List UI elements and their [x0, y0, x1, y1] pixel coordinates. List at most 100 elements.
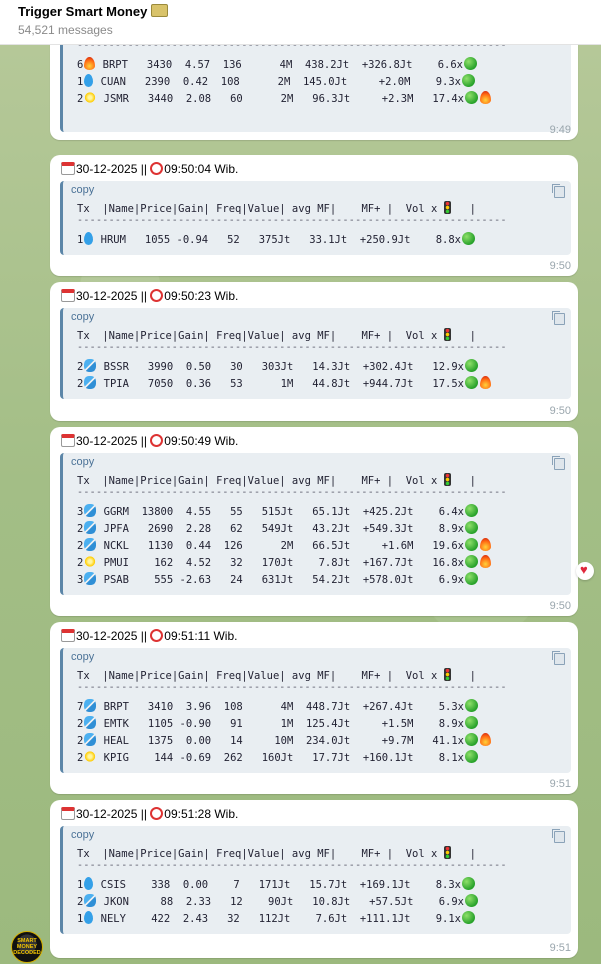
row-values: NELY 422 2.43 32 112Jt 7.6Jt +111.1Jt 9.…	[94, 913, 461, 925]
copy-icon[interactable]	[552, 456, 565, 470]
traffic-light-icon	[443, 201, 451, 214]
sweat-droplets-icon	[84, 504, 97, 517]
table-separator: ----------------------------------------…	[77, 342, 507, 353]
row-tx: 2	[77, 896, 84, 908]
row-tx: 2	[77, 361, 84, 373]
row-values: CSIS 338 0.00 7 171Jt 15.7Jt +169.1Jt 8.…	[94, 879, 461, 891]
sweat-droplets-icon	[84, 699, 97, 712]
green-circle-icon	[464, 91, 478, 104]
message-header: 30-12-2025 || 09:50:49 Wib.	[61, 434, 238, 448]
green-circle-icon	[461, 877, 475, 890]
row-tx: 1	[77, 76, 84, 88]
green-circle-icon	[464, 733, 478, 746]
star-icon	[84, 555, 97, 568]
message-time: 9:51	[549, 778, 571, 790]
copy-icon[interactable]	[552, 829, 565, 843]
green-circle-icon	[464, 504, 478, 517]
copy-label[interactable]: copy	[71, 651, 94, 663]
message-feed[interactable]: Tx |Name|Price|Gain| Freq|Value| avg MF|…	[0, 26, 601, 964]
message-bubble[interactable]: 30-12-2025 || 09:51:11 Wib. copy Tx |Name|…	[50, 622, 578, 794]
table-header-end: |	[450, 475, 476, 487]
table-row: 2 KPIG 144 -0.69 262 160Jt 17.7Jt +160.1…	[77, 750, 479, 767]
copy-label[interactable]: copy	[71, 184, 94, 196]
channel-avatar[interactable]: SMART MONEY DECODED	[11, 931, 43, 963]
chat-header[interactable]: Trigger Smart Money 54,521 messages	[0, 0, 601, 45]
green-circle-icon	[464, 572, 478, 585]
droplet-icon	[84, 877, 94, 890]
copy-label[interactable]: copy	[71, 829, 94, 841]
message-bubble[interactable]: 30-12-2025 || 09:51:28 Wib. copy Tx |Name|…	[50, 800, 578, 958]
message-time: 9:50	[549, 600, 571, 612]
message-time: 9:49	[549, 124, 571, 136]
traffic-light-icon	[443, 846, 451, 859]
green-circle-icon	[461, 232, 475, 245]
chat-title-text: Trigger Smart Money	[18, 4, 148, 19]
table-row: 2 BSSR 3990 0.50 30 303Jt 14.3Jt +302.4J…	[77, 359, 479, 376]
code-block[interactable]: copy Tx |Name|Price|Gain| Freq|Value| avg…	[60, 181, 571, 255]
green-circle-icon	[464, 521, 478, 534]
table-header-end: |	[450, 330, 476, 342]
green-circle-icon	[464, 376, 478, 389]
table-row: 3 PSAB 555 -2.63 24 631Jt 54.2Jt +578.0J…	[77, 572, 479, 589]
table-separator: ----------------------------------------…	[77, 487, 507, 498]
row-tx: 1	[77, 234, 84, 246]
copy-icon[interactable]	[552, 311, 565, 325]
table-row: 2 NCKL 1130 0.44 126 2M 66.5Jt +1.6M 19.…	[77, 538, 492, 555]
row-tx: 2	[77, 735, 84, 747]
message-header: 30-12-2025 || 09:50:04 Wib.	[61, 162, 238, 176]
row-values: NCKL 1130 0.44 126 2M 66.5Jt +1.6M 19.6x	[97, 540, 464, 552]
copy-icon[interactable]	[552, 651, 565, 665]
avatar-text-line: DECODED	[13, 950, 41, 956]
message-bubble[interactable]: 30-12-2025 || 09:50:23 Wib. copy Tx |Name|…	[50, 282, 578, 421]
table-row: 1 CSIS 338 0.00 7 171Jt 15.7Jt +169.1Jt …	[77, 877, 476, 894]
row-values: BRPT 3430 4.57 136 4M 438.2Jt +326.8Jt 6…	[96, 59, 463, 71]
row-values: JSMR 3440 2.08 60 2M 96.3Jt +2.3M 17.4x	[97, 93, 464, 105]
green-circle-icon	[461, 911, 475, 924]
message-bubble[interactable]: 30-12-2025 || 09:50:04 Wib. copy Tx |Name|…	[50, 155, 578, 276]
droplet-icon	[84, 232, 94, 245]
message-time: 9:50	[549, 260, 571, 272]
sweat-droplets-icon	[84, 716, 97, 729]
copy-icon[interactable]	[552, 184, 565, 198]
row-values: HEAL 1375 0.00 14 10M 234.0Jt +9.7M 41.1…	[97, 735, 464, 747]
copy-label[interactable]: copy	[71, 456, 94, 468]
code-block[interactable]: copy Tx |Name|Price|Gain| Freq|Value| avg…	[60, 826, 571, 934]
row-values: PMUI 162 4.52 32 170Jt 7.8Jt +167.7Jt 16…	[97, 557, 464, 569]
calendar-icon	[61, 162, 75, 175]
alarm-clock-icon	[150, 807, 164, 820]
message-bubble[interactable]: Tx |Name|Price|Gain| Freq|Value| avg MF|…	[50, 26, 578, 140]
code-block[interactable]: copy Tx |Name|Price|Gain| Freq|Value| avg…	[60, 648, 571, 773]
droplet-icon	[84, 911, 94, 924]
row-values: PSAB 555 -2.63 24 631Jt 54.2Jt +578.0Jt …	[97, 574, 464, 586]
green-circle-icon	[461, 74, 475, 87]
row-values: CUAN 2390 0.42 108 2M 145.0Jt +2.0M 9.3x	[94, 76, 461, 88]
message-time-stamp: 09:50:23 Wib.	[164, 289, 239, 303]
code-block[interactable]: Tx |Name|Price|Gain| Freq|Value| avg MF|…	[60, 26, 571, 132]
message-bubble[interactable]: 30-12-2025 || 09:50:49 Wib. copy Tx |Name|…	[50, 427, 578, 616]
green-circle-icon	[464, 716, 478, 729]
table-row: 1 CUAN 2390 0.42 108 2M 145.0Jt +2.0M 9.…	[77, 74, 476, 91]
star-icon	[84, 750, 97, 763]
table-row: 2 JSMR 3440 2.08 60 2M 96.3Jt +2.3M 17.4…	[77, 91, 492, 108]
code-block[interactable]: copy Tx |Name|Price|Gain| Freq|Value| avg…	[60, 453, 571, 595]
alarm-clock-icon	[150, 629, 164, 642]
calendar-icon	[61, 629, 75, 642]
code-block[interactable]: copy Tx |Name|Price|Gain| Freq|Value| avg…	[60, 308, 571, 399]
message-date: 30-12-2025 ||	[76, 162, 151, 176]
alarm-clock-icon	[150, 162, 164, 175]
fire-icon	[479, 91, 491, 104]
table-header-text: Tx |Name|Price|Gain| Freq|Value| avg MF|…	[77, 475, 444, 487]
row-tx: 6	[77, 59, 84, 71]
green-circle-icon	[464, 894, 478, 907]
heart-reaction-icon[interactable]	[576, 562, 594, 580]
alarm-clock-icon	[150, 289, 164, 302]
alarm-clock-icon	[150, 434, 164, 447]
traffic-light-icon	[443, 473, 451, 486]
message-date: 30-12-2025 ||	[76, 807, 151, 821]
message-time-stamp: 09:50:04 Wib.	[164, 162, 239, 176]
traffic-light-icon	[443, 328, 451, 341]
table-row: 1 HRUM 1055 -0.94 52 375Jt 33.1Jt +250.9…	[77, 232, 476, 249]
message-time: 9:50	[549, 405, 571, 417]
copy-label[interactable]: copy	[71, 311, 94, 323]
sweat-droplets-icon	[84, 538, 97, 551]
